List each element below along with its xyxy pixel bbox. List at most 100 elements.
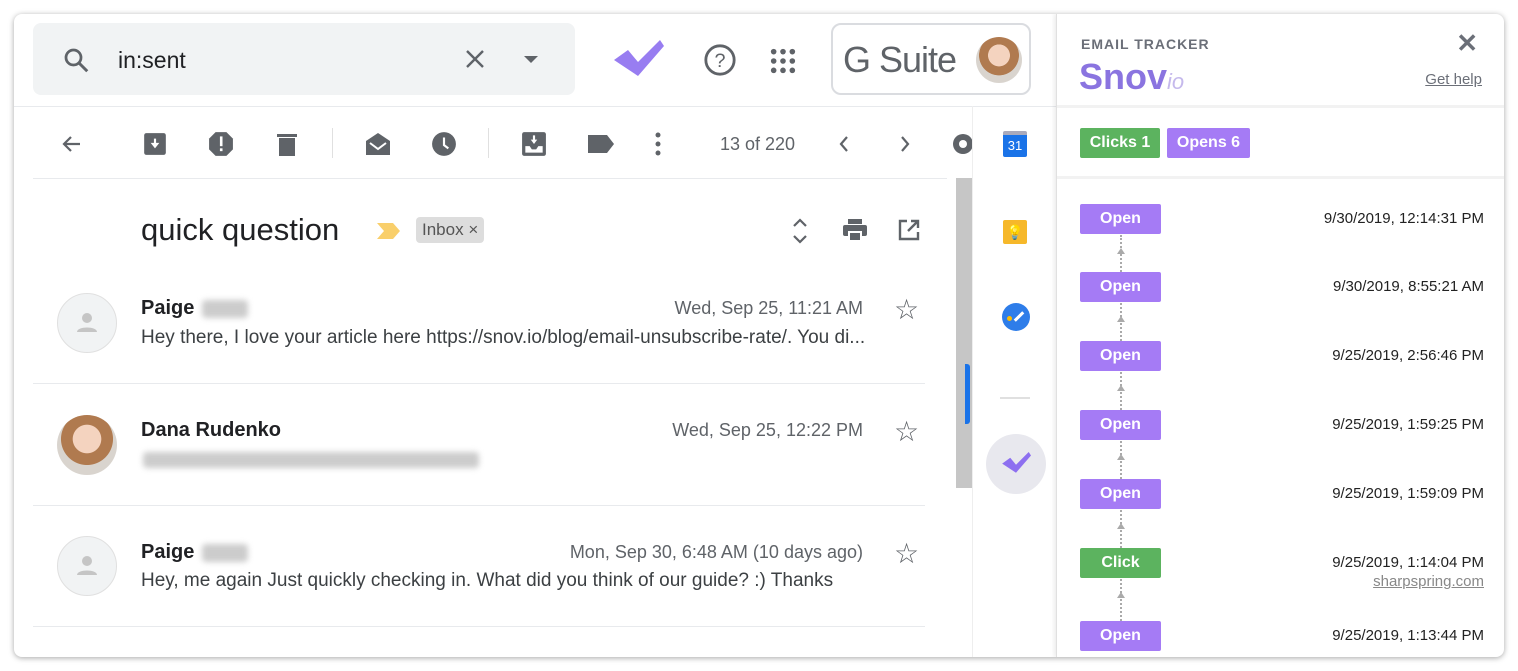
logo-sub: io	[1167, 69, 1185, 94]
snovio-logo: Snovio	[1079, 56, 1184, 98]
thread-subject: quick question	[141, 212, 340, 247]
arrow-up-icon	[1117, 523, 1125, 529]
timeline-connector	[1120, 303, 1122, 341]
side-panel-rail: 31 💡	[965, 106, 1056, 657]
arrow-up-icon	[1117, 592, 1125, 598]
clicked-link[interactable]: sharpspring.com	[1373, 573, 1484, 590]
sender-avatar	[57, 293, 117, 353]
timeline-connector	[1120, 441, 1122, 479]
older-icon[interactable]	[897, 134, 913, 154]
help-icon[interactable]: ?	[703, 43, 737, 77]
print-icon[interactable]	[842, 218, 868, 242]
event-time: 9/30/2019, 8:55:21 AM	[1333, 278, 1484, 295]
event-type-badge: Open	[1080, 621, 1161, 651]
label-text: Inbox	[422, 220, 464, 239]
close-button[interactable]: ✕	[1456, 28, 1478, 59]
account-avatar[interactable]	[976, 37, 1022, 83]
divider	[33, 178, 947, 179]
window: in:sent ? G Suite 13 of 220 quick questi…	[14, 14, 1504, 657]
search-icon[interactable]	[61, 45, 91, 75]
divider	[14, 106, 1056, 107]
divider	[1057, 105, 1504, 108]
divider	[33, 383, 925, 384]
report-spam-icon[interactable]	[208, 131, 234, 157]
mark-unread-icon[interactable]	[364, 131, 392, 157]
message-row[interactable]: Paige Wed, Sep 25, 11:21 AM ☆ Hey there,…	[14, 280, 954, 384]
search-input[interactable]: in:sent	[118, 47, 186, 74]
divider	[488, 128, 489, 158]
arrow-up-icon	[1117, 316, 1125, 322]
get-help-link[interactable]: Get help	[1425, 71, 1482, 88]
message-row[interactable]: Dana Rudenko Wed, Sep 25, 12:22 PM ☆	[14, 402, 954, 506]
importance-marker-icon[interactable]	[376, 221, 402, 241]
event-time: 9/25/2019, 1:59:25 PM	[1332, 416, 1484, 433]
clicks-count-badge: Clicks 1	[1080, 128, 1160, 158]
delete-icon[interactable]	[275, 131, 299, 157]
divider	[332, 128, 333, 158]
timeline-connector	[1120, 510, 1122, 548]
settings-gear-icon[interactable]	[950, 130, 972, 158]
sender-avatar	[57, 415, 117, 475]
snooze-icon[interactable]	[431, 131, 457, 157]
account-switcher[interactable]: G Suite	[831, 23, 1031, 95]
expand-all-icon[interactable]	[790, 217, 810, 245]
event-time: 9/25/2019, 1:14:04 PM	[1332, 554, 1484, 571]
inbox-label[interactable]: Inbox ×	[416, 217, 485, 243]
event-type-badge: Open	[1080, 341, 1161, 371]
sender-name: Dana Rudenko	[141, 419, 282, 441]
svg-text:?: ?	[714, 50, 725, 72]
message-snippet: Hey there, I love your article here http…	[141, 327, 866, 348]
email-tracker-panel: EMAIL TRACKER ✕ Snovio Get help Clicks 1…	[1056, 14, 1504, 657]
sender-name: Paige	[141, 541, 195, 563]
message-date: Wed, Sep 25, 11:21 AM	[674, 298, 863, 318]
star-icon[interactable]: ☆	[894, 537, 919, 570]
timeline-connector	[1120, 579, 1122, 621]
search-options-icon[interactable]	[521, 53, 541, 65]
remove-label-button[interactable]: ×	[468, 220, 478, 239]
divider	[33, 626, 925, 627]
star-icon[interactable]: ☆	[894, 415, 919, 448]
gsuite-logo: G Suite	[843, 39, 957, 80]
snovio-icon[interactable]	[986, 434, 1046, 494]
star-icon[interactable]: ☆	[894, 293, 919, 326]
keep-icon[interactable]: 💡	[1003, 220, 1027, 244]
apps-grid-icon[interactable]	[769, 47, 797, 75]
move-to-icon[interactable]	[521, 131, 547, 157]
message-date: Mon, Sep 30, 6:48 AM (10 days ago)	[569, 542, 863, 562]
event-time: 9/30/2019, 12:14:31 PM	[1323, 210, 1484, 227]
more-options-icon[interactable]	[654, 131, 662, 157]
label-icon[interactable]	[586, 133, 616, 155]
message-snippet: Hey, me again Just quickly checking in. …	[141, 570, 834, 591]
event-type-badge: Open	[1080, 410, 1161, 440]
event-type-badge: Open	[1080, 479, 1161, 509]
event-type-badge: Click	[1080, 548, 1161, 578]
redacted-surname	[202, 300, 248, 318]
archive-icon[interactable]	[142, 131, 168, 157]
timeline-connector	[1120, 372, 1122, 410]
event-type-badge: Open	[1080, 204, 1161, 234]
calendar-icon[interactable]: 31	[1003, 131, 1027, 157]
back-icon[interactable]	[60, 132, 84, 156]
redacted-surname	[202, 544, 248, 562]
tasks-icon[interactable]	[1002, 303, 1030, 331]
clear-search-icon[interactable]	[463, 47, 487, 71]
redacted-signature	[143, 452, 479, 468]
logo-main: Snov	[1079, 56, 1168, 97]
scrollbar[interactable]	[956, 178, 972, 488]
open-new-window-icon[interactable]	[897, 218, 921, 242]
newer-icon[interactable]	[836, 134, 852, 154]
pagination-count: 13 of 220	[720, 134, 796, 154]
arrow-up-icon	[1117, 454, 1125, 460]
message-date: Wed, Sep 25, 12:22 PM	[672, 420, 863, 440]
event-time: 9/25/2019, 1:59:09 PM	[1332, 485, 1484, 502]
message-row[interactable]: Paige Mon, Sep 30, 6:48 AM (10 days ago)…	[14, 524, 954, 628]
event-time: 9/25/2019, 1:13:44 PM	[1332, 627, 1484, 644]
search-bar[interactable]: in:sent	[33, 23, 575, 95]
event-time: 9/25/2019, 2:56:46 PM	[1332, 347, 1484, 364]
sender-name: Paige	[141, 297, 195, 319]
arrow-up-icon	[1117, 248, 1125, 254]
snovio-check-icon[interactable]	[612, 38, 664, 80]
divider	[1000, 397, 1030, 399]
arrow-up-icon	[1117, 385, 1125, 391]
panel-title: EMAIL TRACKER	[1081, 36, 1210, 52]
